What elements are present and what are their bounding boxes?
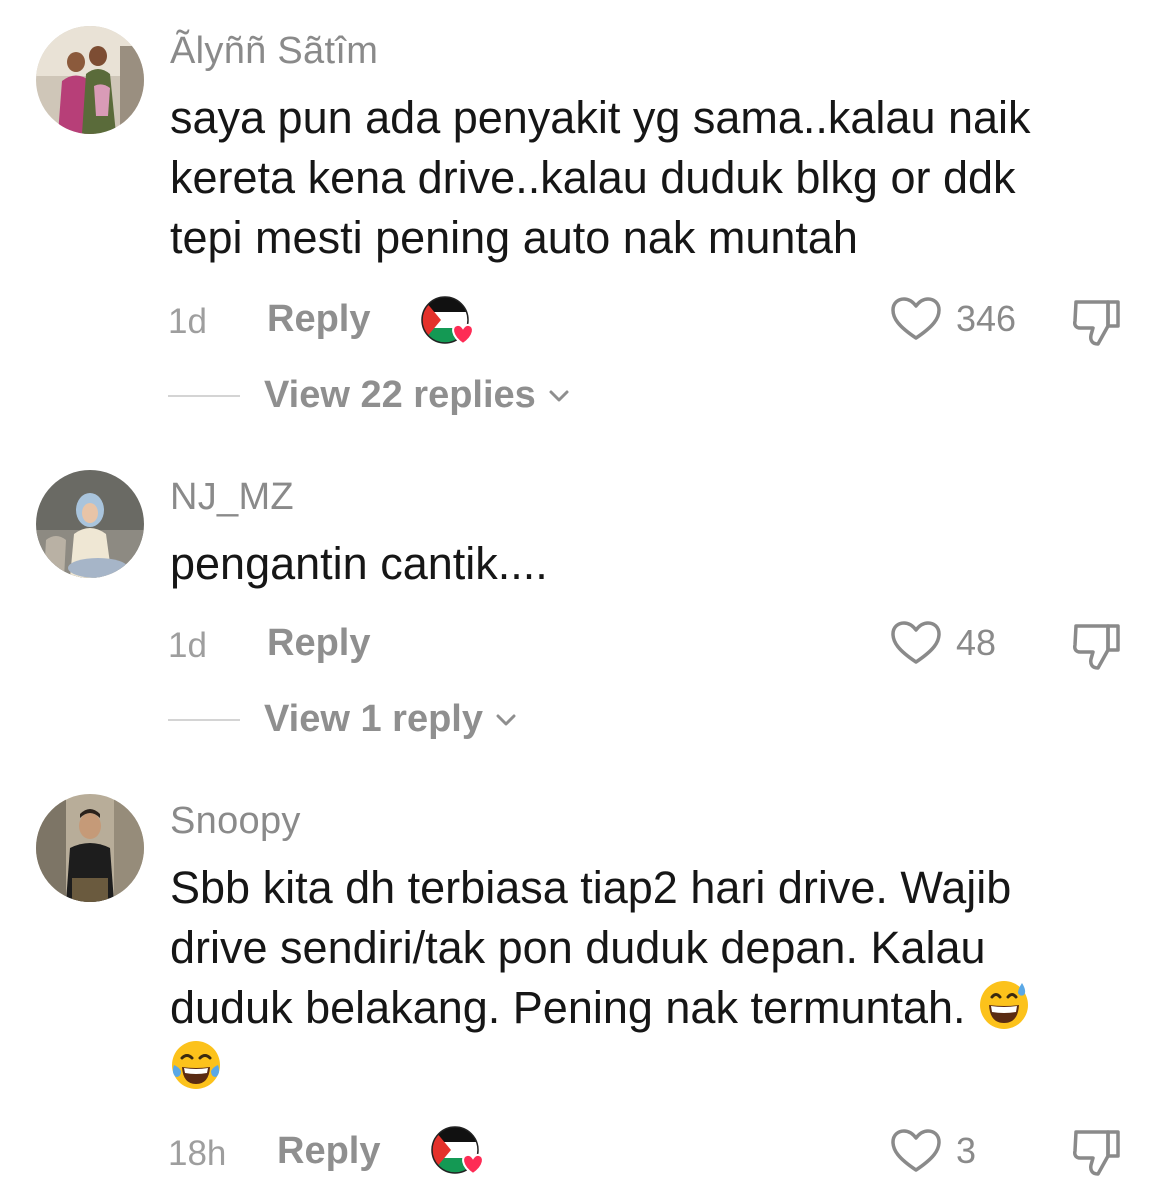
view-replies-label: View 22 replies [264,374,536,416]
avatar[interactable] [36,794,144,902]
heart-outline-icon [890,620,942,666]
comment-text-line: tepi mesti pening auto nak muntah [170,212,858,263]
creator-liked-badge [421,296,479,348]
tears-of-joy-emoji [170,1039,222,1091]
comment-text-line [170,1038,1130,1098]
thumbs-down-icon [1073,624,1120,670]
comment-text: saya pun ada penyakit yg sama..kalau nai… [170,88,1130,268]
comment-time: 1d [168,626,207,665]
comment-time: 18h [168,1134,227,1173]
comment-text-line: kereta kena drive..kalau duduk blkg or d… [170,152,1016,203]
reply-button[interactable]: Reply [267,622,370,665]
thumbs-down-icon [1073,1130,1120,1176]
heart-outline-icon [890,296,942,342]
chevron-down-icon [546,383,572,409]
comment-text-line: duduk belakang. Pening nak termuntah. [170,978,1130,1038]
comment-text-line: pengantin cantik.... [170,538,548,589]
view-replies-button[interactable]: View 22 replies [168,374,572,417]
like-button[interactable]: 346 [890,296,1016,342]
reply-button[interactable]: Reply [267,298,370,341]
avatar[interactable] [36,26,144,134]
username[interactable]: Snoopy [170,800,301,843]
username[interactable]: NJ_MZ [170,476,294,519]
creator-liked-badge [431,1126,489,1178]
view-replies-button[interactable]: View 1 reply [168,698,519,741]
reply-button[interactable]: Reply [277,1130,380,1173]
dislike-button[interactable] [1070,294,1124,348]
comment-time: 1d [168,302,207,341]
comment-text-line: Sbb kita dh terbiasa tiap2 hari drive. W… [170,862,1012,913]
comment-text-segment: duduk belakang. Pening nak termuntah. [170,982,966,1033]
comment-text-line: drive sendiri/tak pon duduk depan. Kalau [170,922,986,973]
replies-divider-line [168,394,240,397]
heart-outline-icon [890,1128,942,1174]
comment-text-line: saya pun ada penyakit yg sama..kalau nai… [170,92,1031,143]
grinning-sweat-emoji [978,979,1030,1031]
like-button[interactable]: 3 [890,1128,976,1174]
replies-divider-line [168,718,240,721]
dislike-button[interactable] [1070,1124,1124,1178]
thumbs-down-icon [1073,300,1120,346]
comment-text: Sbb kita dh terbiasa tiap2 hari drive. W… [170,858,1130,1098]
chevron-down-icon [493,707,519,733]
like-count: 48 [956,622,997,663]
username[interactable]: Ãlyññ Sãtîm [170,30,378,73]
dislike-button[interactable] [1070,618,1124,672]
comment-text: pengantin cantik.... [170,534,1130,594]
avatar[interactable] [36,470,144,578]
like-button[interactable]: 48 [890,620,996,666]
like-count: 3 [956,1130,977,1171]
like-count: 346 [956,298,1017,339]
view-replies-label: View 1 reply [264,698,483,740]
